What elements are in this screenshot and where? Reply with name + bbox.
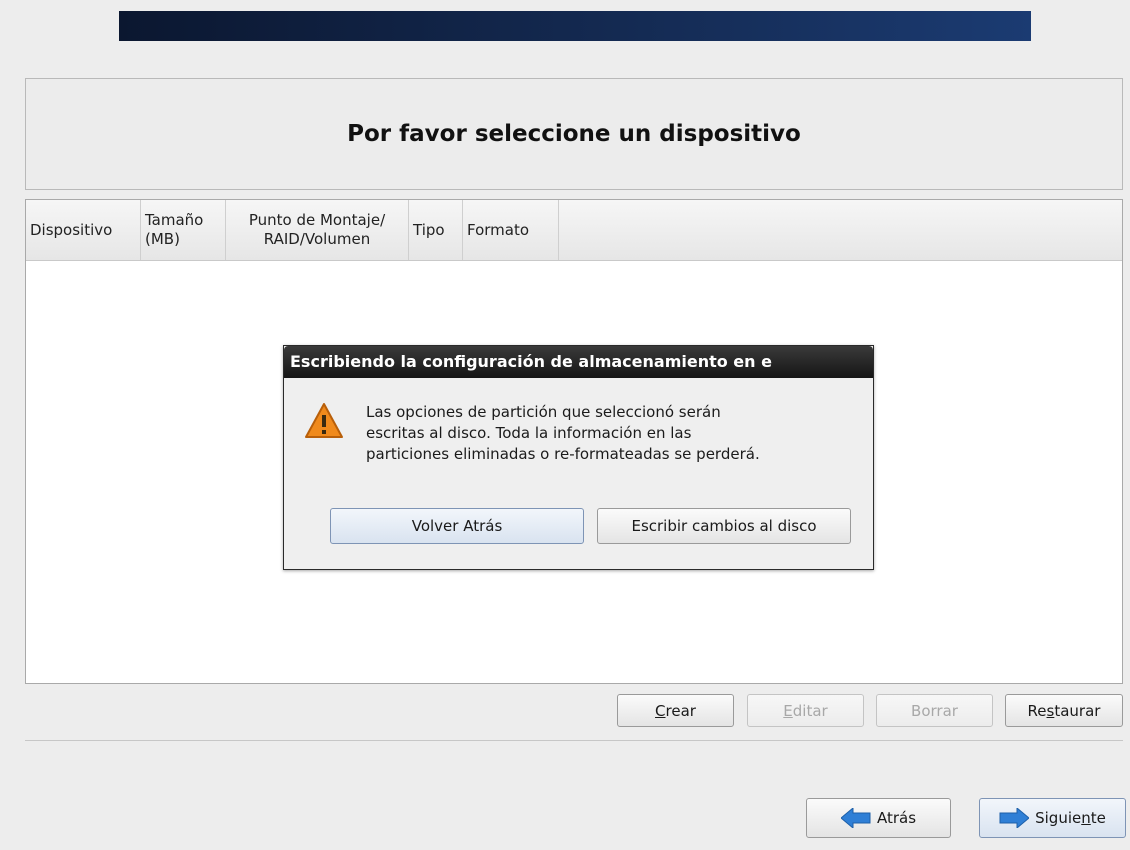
dialog-message: Las opciones de partición que seleccionó… — [366, 403, 760, 463]
top-banner — [119, 11, 1031, 41]
column-header-size[interactable]: Tamaño (MB) — [141, 200, 226, 260]
dialog-title: Escribiendo la configuración de almacena… — [284, 346, 873, 378]
separator — [25, 740, 1123, 741]
next-button[interactable]: Siguiente — [979, 798, 1126, 838]
page-header: Por favor seleccione un dispositivo — [25, 78, 1123, 190]
warning-icon — [305, 403, 343, 438]
back-button[interactable]: Atrás — [806, 798, 951, 838]
arrow-right-icon — [999, 808, 1030, 828]
go-back-button[interactable]: Volver Atrás — [330, 508, 584, 544]
write-changes-dialog: Escribiendo la configuración de almacena… — [283, 345, 874, 570]
create-button[interactable]: Crear — [617, 694, 734, 727]
column-header-type[interactable]: Tipo — [409, 200, 463, 260]
arrow-left-icon — [840, 808, 871, 828]
delete-button[interactable]: Borrar — [876, 694, 993, 727]
page-title: Por favor seleccione un dispositivo — [347, 121, 801, 147]
table-header: Dispositivo Tamaño (MB) Punto de Montaje… — [26, 200, 1122, 261]
column-header-mountpoint[interactable]: Punto de Montaje/ RAID/Volumen — [226, 200, 409, 260]
column-header-format[interactable]: Formato — [463, 200, 559, 260]
write-changes-button[interactable]: Escribir cambios al disco — [597, 508, 851, 544]
edit-button[interactable]: Editar — [747, 694, 864, 727]
column-header-device[interactable]: Dispositivo — [26, 200, 141, 260]
reset-button[interactable]: Restaurar — [1005, 694, 1123, 727]
